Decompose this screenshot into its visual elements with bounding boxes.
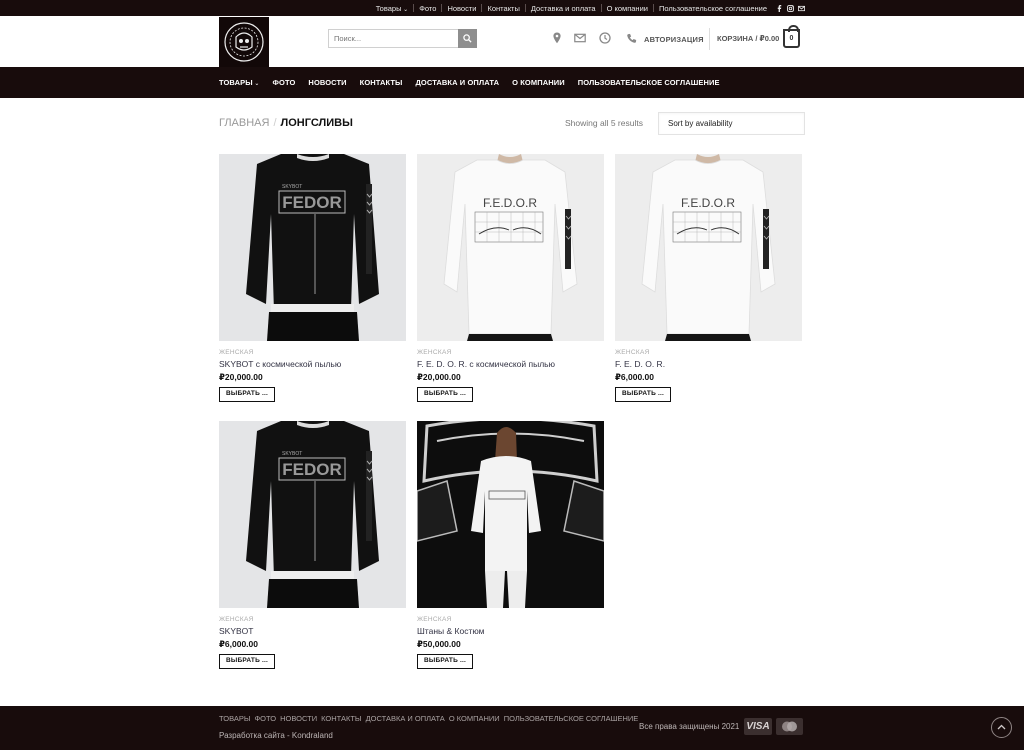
sort-select[interactable]: Sort by availability bbox=[658, 112, 805, 135]
visa-icon: VISA bbox=[744, 718, 772, 735]
product-price: ₽6,000.00 bbox=[219, 639, 259, 649]
footer-credit[interactable]: Разработка сайта - Kondraland bbox=[219, 731, 333, 740]
footer-nav-item-photo[interactable]: Фото bbox=[254, 714, 280, 723]
site-logo[interactable] bbox=[219, 17, 269, 67]
search-icon bbox=[463, 34, 472, 43]
footer-nav-item-delivery[interactable]: Доставка и оплата bbox=[366, 714, 449, 723]
product-category: ЖЕНСКАЯ bbox=[417, 349, 452, 356]
select-options-button[interactable]: ВЫБРАТЬ ... bbox=[219, 654, 275, 669]
product-category: ЖЕНСКАЯ bbox=[219, 616, 254, 623]
product-price: ₽20,000.00 bbox=[417, 372, 461, 382]
product-title[interactable]: F. E. D. O. R. bbox=[615, 359, 802, 369]
footer-nav: Товары Фото Новости Контакты Доставка и … bbox=[219, 714, 642, 723]
top-nav-item-products[interactable]: Товары bbox=[371, 4, 414, 13]
product-card: ЖЕНСКАЯ Штаны & Костюм ₽50,000.00 ВЫБРАТ… bbox=[417, 421, 604, 669]
top-bar: Товары Фото Новости Контакты Доставка и … bbox=[0, 0, 1024, 16]
product-card: F.E.D.O.R ЖЕНСКАЯ F. E. D. O. R. ₽6,000.… bbox=[615, 154, 802, 402]
white-longsleeve-image: F.E.D.O.R bbox=[615, 154, 802, 341]
copyright-text: Все права защищены 2021 bbox=[639, 722, 740, 731]
print-small-text: SKYBOT bbox=[282, 184, 302, 190]
select-options-button[interactable]: ВЫБРАТЬ ... bbox=[219, 387, 275, 402]
print-small-text: SKYBOT bbox=[282, 451, 302, 457]
main-nav: ТОВАРЫ ФОТО НОВОСТИ КОНТАКТЫ ДОСТАВКА И … bbox=[0, 67, 1024, 98]
product-card: F.E.D.O.R ЖЕНСКАЯ F. E. D. O. R. с косми… bbox=[417, 154, 604, 402]
cart-count-badge[interactable]: 0 bbox=[783, 25, 800, 48]
location-pin-icon[interactable] bbox=[551, 32, 563, 44]
footer-nav-item-products[interactable]: Товары bbox=[219, 714, 254, 723]
print-text: F.E.D.O.R bbox=[681, 196, 735, 210]
site-footer: Товары Фото Новости Контакты Доставка и … bbox=[0, 706, 1024, 750]
product-image[interactable] bbox=[417, 421, 604, 608]
print-text: F.E.D.O.R bbox=[483, 196, 537, 210]
select-options-button[interactable]: ВЫБРАТЬ ... bbox=[615, 387, 671, 402]
footer-nav-item-contacts[interactable]: Контакты bbox=[321, 714, 365, 723]
login-link[interactable]: АВТОРИЗАЦИЯ bbox=[644, 35, 704, 44]
product-price: ₽20,000.00 bbox=[219, 372, 263, 382]
nav-item-products[interactable]: ТОВАРЫ bbox=[219, 78, 260, 87]
cart-link[interactable]: КОРЗИНА / ₽0.00 bbox=[717, 34, 779, 43]
print-text: FEDOR bbox=[282, 193, 342, 212]
top-nav-item-about[interactable]: О компании bbox=[602, 4, 653, 13]
product-title[interactable]: F. E. D. O. R. с космической пылью bbox=[417, 359, 604, 369]
product-price: ₽50,000.00 bbox=[417, 639, 461, 649]
select-options-button[interactable]: ВЫБРАТЬ ... bbox=[417, 387, 473, 402]
divider bbox=[709, 28, 710, 50]
envelope-icon[interactable] bbox=[574, 32, 586, 44]
nav-item-contacts[interactable]: КОНТАКТЫ bbox=[360, 78, 403, 87]
chevron-up-icon bbox=[997, 724, 1006, 730]
footer-nav-item-about[interactable]: О компании bbox=[449, 714, 504, 723]
search-input[interactable] bbox=[328, 29, 458, 48]
nav-item-agreement[interactable]: ПОЛЬЗОВАТЕЛЬСКОЕ СОГЛАШЕНИЕ bbox=[578, 78, 720, 87]
nav-item-delivery[interactable]: ДОСТАВКА И ОПЛАТА bbox=[415, 78, 499, 87]
top-nav-item-contacts[interactable]: Контакты bbox=[482, 4, 524, 13]
product-title[interactable]: SKYBOT с космической пылью bbox=[219, 359, 406, 369]
product-card: FEDOR SKYBOT ЖЕНСКАЯ SKYBOT ₽6,000.00 ВЫ… bbox=[219, 421, 406, 669]
white-longsleeve-image: F.E.D.O.R bbox=[417, 154, 604, 341]
mail-icon[interactable] bbox=[798, 5, 805, 12]
top-bar-nav: Товары Фото Новости Контакты Доставка и … bbox=[371, 0, 772, 16]
mastercard-icon bbox=[776, 718, 803, 735]
nav-item-news[interactable]: НОВОСТИ bbox=[308, 78, 346, 87]
search-form bbox=[328, 29, 477, 48]
select-options-button[interactable]: ВЫБРАТЬ ... bbox=[417, 654, 473, 669]
product-image[interactable]: FEDOR SKYBOT bbox=[219, 421, 406, 608]
product-title[interactable]: Штаны & Костюм bbox=[417, 626, 604, 636]
product-card: FEDOR SKYBOT ЖЕНСКАЯ SKYBOT с космическо… bbox=[219, 154, 406, 402]
product-image[interactable]: FEDOR SKYBOT bbox=[219, 154, 406, 341]
search-button[interactable] bbox=[458, 29, 477, 48]
product-category: ЖЕНСКАЯ bbox=[219, 349, 254, 356]
user-icon[interactable] bbox=[626, 33, 637, 44]
nav-item-about[interactable]: О КОМПАНИИ bbox=[512, 78, 565, 87]
top-nav-item-agreement[interactable]: Пользовательское соглашение bbox=[654, 4, 772, 13]
top-nav-item-news[interactable]: Новости bbox=[442, 4, 481, 13]
nav-item-photo[interactable]: ФОТО bbox=[273, 78, 296, 87]
facebook-icon[interactable] bbox=[776, 4, 783, 12]
top-nav-item-delivery[interactable]: Доставка и оплата bbox=[526, 4, 601, 13]
product-category: ЖЕНСКАЯ bbox=[417, 616, 452, 623]
product-image[interactable]: F.E.D.O.R bbox=[417, 154, 604, 341]
logo-emblem-icon bbox=[224, 22, 264, 62]
results-count: Showing all 5 results bbox=[565, 118, 643, 128]
runway-suit-image bbox=[417, 421, 604, 608]
print-text: FEDOR bbox=[282, 460, 342, 479]
social-links bbox=[776, 0, 805, 16]
clock-icon[interactable] bbox=[599, 32, 611, 44]
breadcrumb-home[interactable]: Главная bbox=[219, 117, 269, 129]
site-header: АВТОРИЗАЦИЯ КОРЗИНА / ₽0.00 0 bbox=[0, 16, 1024, 67]
top-nav-item-photo[interactable]: Фото bbox=[414, 4, 441, 13]
breadcrumb: Главная / Лонгсливы bbox=[219, 117, 353, 129]
product-image[interactable]: F.E.D.O.R bbox=[615, 154, 802, 341]
footer-nav-item-news[interactable]: Новости bbox=[280, 714, 321, 723]
black-longsleeve-image: FEDOR SKYBOT bbox=[219, 421, 406, 608]
footer-nav-item-agreement[interactable]: Пользовательское соглашение bbox=[504, 714, 643, 723]
breadcrumb-separator: / bbox=[273, 117, 277, 129]
product-category: ЖЕНСКАЯ bbox=[615, 349, 650, 356]
page-title: Лонгсливы bbox=[280, 117, 353, 129]
product-title[interactable]: SKYBOT bbox=[219, 626, 406, 636]
sort-selected-value: Sort by availability bbox=[668, 119, 733, 128]
back-to-top-button[interactable] bbox=[991, 717, 1012, 738]
product-price: ₽6,000.00 bbox=[615, 372, 655, 382]
instagram-icon[interactable] bbox=[787, 4, 794, 12]
black-longsleeve-image: FEDOR SKYBOT bbox=[219, 154, 406, 341]
